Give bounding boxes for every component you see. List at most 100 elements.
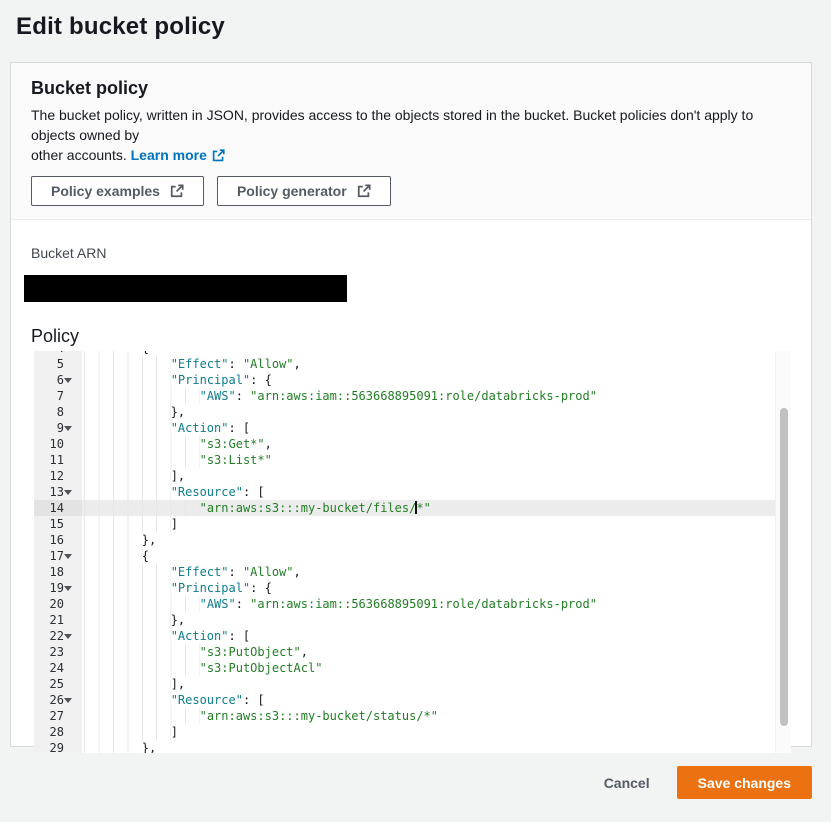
code-line[interactable]: 21}, xyxy=(34,612,791,628)
code-line[interactable]: 13"Resource": [ xyxy=(34,484,791,500)
page-title: Edit bucket policy xyxy=(0,0,831,41)
line-number: 7 xyxy=(34,388,82,404)
line-number: 8 xyxy=(34,404,82,420)
bucket-policy-panel: Bucket policy The bucket policy, written… xyxy=(10,62,812,747)
code-text: "Principal": { xyxy=(82,580,791,596)
code-line[interactable]: 6"Principal": { xyxy=(34,372,791,388)
code-line[interactable]: 19"Principal": { xyxy=(34,580,791,596)
code-line[interactable]: 11"s3:List*" xyxy=(34,452,791,468)
code-line[interactable]: 29}, xyxy=(34,740,791,753)
code-text: "Resource": [ xyxy=(82,692,791,708)
line-number: 19 xyxy=(34,580,82,596)
line-number: 25 xyxy=(34,676,82,692)
code-text: "Action": [ xyxy=(82,628,791,644)
code-line[interactable]: 22"Action": [ xyxy=(34,628,791,644)
policy-generator-button[interactable]: Policy generator xyxy=(217,176,391,206)
fold-toggle-icon[interactable] xyxy=(64,698,72,703)
description-line2: other accounts. xyxy=(31,147,131,163)
line-number: 18 xyxy=(34,564,82,580)
code-line[interactable]: 14"arn:aws:s3:::my-bucket/files/*" xyxy=(34,500,791,516)
code-text: ] xyxy=(82,516,791,532)
line-number: 22 xyxy=(34,628,82,644)
policy-label: Policy xyxy=(31,326,791,346)
footer-actions: Cancel Save changes xyxy=(0,766,831,799)
code-line[interactable]: 7"AWS": "arn:aws:iam::563668895091:role/… xyxy=(34,388,791,404)
code-text: ], xyxy=(82,676,791,692)
code-text: "AWS": "arn:aws:iam::563668895091:role/d… xyxy=(82,388,791,404)
code-text: "arn:aws:s3:::my-bucket/status/*" xyxy=(82,708,791,724)
code-line[interactable]: 16}, xyxy=(34,532,791,548)
code-line[interactable]: 25], xyxy=(34,676,791,692)
fold-toggle-icon[interactable] xyxy=(64,490,72,495)
code-line[interactable]: 28] xyxy=(34,724,791,740)
line-number: 11 xyxy=(34,452,82,468)
code-text: "s3:List*" xyxy=(82,452,791,468)
fold-toggle-icon[interactable] xyxy=(64,586,72,591)
learn-more-link[interactable]: Learn more xyxy=(131,145,225,165)
code-text: "s3:PutObject", xyxy=(82,644,791,660)
code-text: "s3:PutObjectAcl" xyxy=(82,660,791,676)
code-text: ] xyxy=(82,724,791,740)
editor-scrollbar-track[interactable] xyxy=(775,351,791,753)
code-text: "s3:Get*", xyxy=(82,436,791,452)
line-number: 12 xyxy=(34,468,82,484)
learn-more-label: Learn more xyxy=(131,145,207,165)
fold-toggle-icon[interactable] xyxy=(64,378,72,383)
policy-examples-button[interactable]: Policy examples xyxy=(31,176,204,206)
code-text: }, xyxy=(82,612,791,628)
external-link-icon xyxy=(357,184,371,198)
fold-toggle-icon[interactable] xyxy=(64,426,72,431)
line-number: 16 xyxy=(34,532,82,548)
code-line[interactable]: 20"AWS": "arn:aws:iam::563668895091:role… xyxy=(34,596,791,612)
external-link-icon xyxy=(170,184,184,198)
fold-toggle-icon[interactable] xyxy=(64,554,72,559)
code-line[interactable]: 27"arn:aws:s3:::my-bucket/status/*" xyxy=(34,708,791,724)
policy-buttons-row: Policy examples Policy generator xyxy=(31,176,791,206)
line-number: 28 xyxy=(34,724,82,740)
code-line[interactable]: 26"Resource": [ xyxy=(34,692,791,708)
line-number: 14 xyxy=(34,500,82,516)
code-text: "arn:aws:s3:::my-bucket/files/*" xyxy=(82,500,791,516)
code-text: "Resource": [ xyxy=(82,484,791,500)
line-number: 29 xyxy=(34,740,82,753)
bucket-arn-label: Bucket ARN xyxy=(31,245,791,262)
line-number: 27 xyxy=(34,708,82,724)
external-link-icon xyxy=(212,149,225,162)
line-number: 17 xyxy=(34,548,82,564)
bucket-arn-redacted xyxy=(24,275,347,302)
code-line[interactable]: 9"Action": [ xyxy=(34,420,791,436)
code-text: { xyxy=(82,548,791,564)
panel-body: Bucket ARN Policy 4{5"Effect": "Allow",6… xyxy=(11,220,811,753)
policy-generator-label: Policy generator xyxy=(237,183,347,199)
line-number: 9 xyxy=(34,420,82,436)
policy-examples-label: Policy examples xyxy=(51,183,160,199)
panel-title: Bucket policy xyxy=(31,78,791,99)
code-text: "Action": [ xyxy=(82,420,791,436)
line-number: 5 xyxy=(34,356,82,372)
code-text: "Effect": "Allow", xyxy=(82,356,791,372)
cancel-button[interactable]: Cancel xyxy=(604,775,650,791)
code-text: }, xyxy=(82,532,791,548)
line-number: 23 xyxy=(34,644,82,660)
fold-toggle-icon[interactable] xyxy=(64,634,72,639)
code-line[interactable]: 23"s3:PutObject", xyxy=(34,644,791,660)
code-line[interactable]: 5"Effect": "Allow", xyxy=(34,356,791,372)
line-number: 13 xyxy=(34,484,82,500)
code-line[interactable]: 24"s3:PutObjectAcl" xyxy=(34,660,791,676)
line-number: 24 xyxy=(34,660,82,676)
line-number: 10 xyxy=(34,436,82,452)
panel-description: The bucket policy, written in JSON, prov… xyxy=(31,105,791,165)
code-line[interactable]: 12], xyxy=(34,468,791,484)
code-text: }, xyxy=(82,740,791,753)
code-text: "Principal": { xyxy=(82,372,791,388)
policy-code-editor[interactable]: 4{5"Effect": "Allow",6"Principal": {7"AW… xyxy=(34,351,791,753)
line-number: 21 xyxy=(34,612,82,628)
panel-header: Bucket policy The bucket policy, written… xyxy=(11,63,811,220)
editor-scrollbar-thumb[interactable] xyxy=(780,408,788,726)
code-line[interactable]: 17{ xyxy=(34,548,791,564)
code-line[interactable]: 8}, xyxy=(34,404,791,420)
code-line[interactable]: 18"Effect": "Allow", xyxy=(34,564,791,580)
code-line[interactable]: 15] xyxy=(34,516,791,532)
save-changes-button[interactable]: Save changes xyxy=(677,766,812,799)
code-line[interactable]: 10"s3:Get*", xyxy=(34,436,791,452)
